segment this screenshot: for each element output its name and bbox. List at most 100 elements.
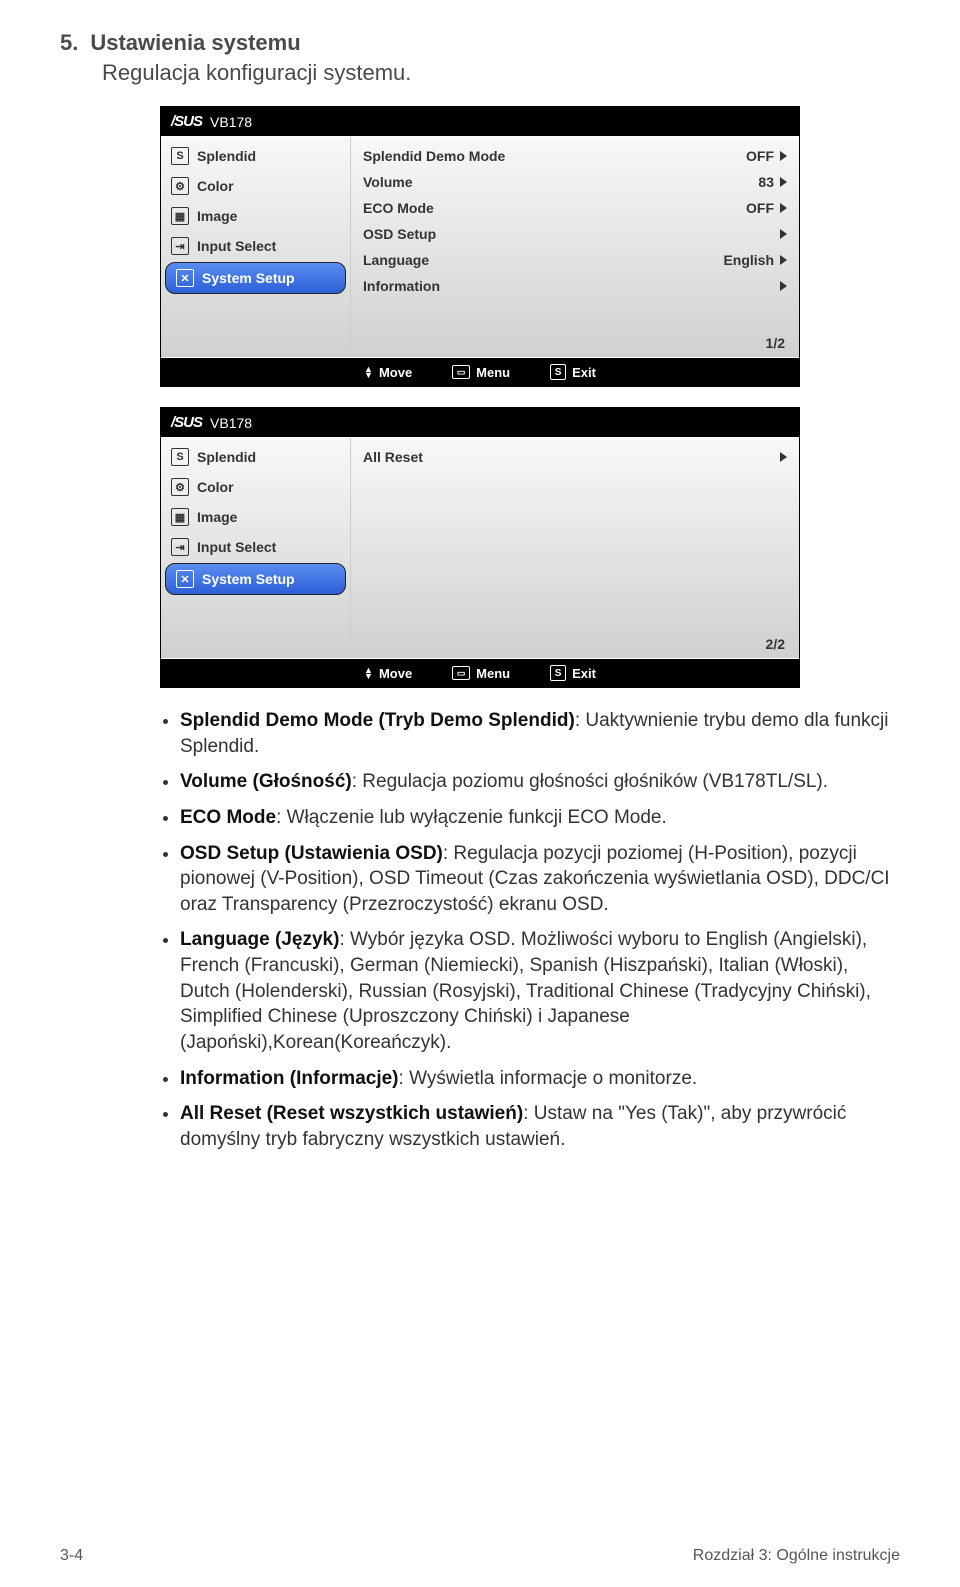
osd-row-splendid-demo[interactable]: Splendid Demo Mode OFF [363, 143, 787, 169]
sidebar-item-color[interactable]: ⚙Color [161, 171, 350, 201]
list-item: Language (Język): Wybór języka OSD. Możl… [180, 927, 900, 1055]
row-value: OFF [746, 200, 774, 216]
updown-icon: ▲▼ [364, 366, 373, 378]
list-item: Volume (Głośność): Regulacja poziomu gło… [180, 769, 900, 795]
row-label: Language [363, 252, 429, 268]
footer-label: Menu [476, 365, 510, 380]
list-item: Information (Informacje): Wyświetla info… [180, 1066, 900, 1092]
input-icon: ⇥ [171, 237, 189, 255]
osd-model: VB178 [210, 114, 252, 130]
section-title: Ustawienia systemu [90, 30, 300, 56]
sidebar-item-image[interactable]: ▦ Image [161, 502, 350, 532]
osd-row-language[interactable]: Language English [363, 247, 787, 273]
bullet-text: : Włączenie lub wyłączenie funkcji ECO M… [276, 807, 667, 828]
footer-move: ▲▼Move [364, 665, 412, 681]
sidebar-item-input-select[interactable]: ⇥ Input Select [161, 532, 350, 562]
menu-key-icon: ▭ [452, 666, 470, 680]
osd-panel-2: /SUS VB178 SSplendid ⚙ Color ▦ Image ⇥ Inpu… [160, 407, 800, 688]
bullet-bold: Volume (Głośność) [180, 771, 352, 792]
footer-label: Exit [572, 666, 596, 681]
sidebar-item-system-setup[interactable]: ✕ System Setup [165, 563, 346, 595]
sidebar-item-input-select[interactable]: ⇥ Input Select [161, 231, 350, 261]
list-item: OSD Setup (Ustawienia OSD): Regulacja po… [180, 841, 900, 918]
bullet-bold: ECO Mode [180, 807, 276, 828]
bullet-bold: Splendid Demo Mode (Tryb Demo Splendid) [180, 710, 575, 731]
osd-main: Splendid Demo Mode OFF Volume 83 ECO Mode O… [351, 137, 799, 357]
footer-label: Exit [572, 365, 596, 380]
s-key-icon: S [550, 364, 566, 380]
s-key-icon: S [550, 665, 566, 681]
section-subtitle: Regulacja konfiguracji systemu. [102, 60, 900, 86]
row-label: All Reset [363, 449, 423, 465]
footer-menu: ▭ Menu [452, 364, 510, 380]
asus-logo-icon: /SUS [171, 414, 202, 431]
chevron-right-icon [780, 452, 787, 462]
row-label: ECO Mode [363, 200, 434, 216]
sidebar-item-label: Input Select [197, 238, 276, 254]
row-value: English [723, 252, 774, 268]
chevron-right-icon [780, 281, 787, 291]
page-indicator: 1/2 [766, 335, 785, 351]
image-icon: ▦ [171, 207, 189, 225]
row-value: 83 [758, 174, 774, 190]
page-number: 3-4 [60, 1547, 83, 1565]
splendid-icon: S [171, 448, 189, 466]
osd-footer: ▲▼ Move ▭ Menu S Exit [161, 357, 799, 386]
chapter-label: Rozdział 3: Ogólne instrukcje [693, 1547, 900, 1565]
osd-sidebar: SSplendid ⚙ Color ▦ Image ⇥ Input Select ✕ S… [161, 438, 351, 658]
sidebar-item-label: Splendid [197, 148, 256, 164]
color-icon: ⚙ [171, 478, 189, 496]
input-icon: ⇥ [171, 538, 189, 556]
page-footer: 3-4 Rozdział 3: Ogólne instrukcje [60, 1547, 900, 1565]
osd-row-all-reset[interactable]: All Reset [363, 444, 787, 470]
bullet-text: : Regulacja poziomu głośności głośników … [352, 771, 828, 792]
sidebar-item-label: System Setup [202, 270, 295, 286]
list-item: ECO Mode: Włączenie lub wyłączenie funkc… [180, 805, 900, 831]
sidebar-item-splendid[interactable]: SSplendid [161, 141, 350, 171]
osd-header: /SUS VB178 [161, 107, 799, 137]
chevron-right-icon [780, 203, 787, 213]
image-icon: ▦ [171, 508, 189, 526]
sidebar-item-label: Image [197, 509, 237, 525]
row-value: OFF [746, 148, 774, 164]
footer-exit: S Exit [550, 665, 596, 681]
row-label: Volume [363, 174, 413, 190]
footer-label: Move [379, 666, 412, 681]
sidebar-item-label: Input Select [197, 539, 276, 555]
sidebar-item-label: Color [197, 178, 234, 194]
chevron-right-icon [780, 229, 787, 239]
osd-row-eco-mode[interactable]: ECO Mode OFF [363, 195, 787, 221]
osd-row-volume[interactable]: Volume 83 [363, 169, 787, 195]
osd-row-osd-setup[interactable]: OSD Setup [363, 221, 787, 247]
sidebar-item-label: Image [197, 208, 237, 224]
sidebar-item-label: System Setup [202, 571, 295, 587]
footer-label: Move [379, 365, 412, 380]
sidebar-item-image[interactable]: ▦ Image [161, 201, 350, 231]
menu-key-icon: ▭ [452, 365, 470, 379]
sidebar-item-color[interactable]: ⚙ Color [161, 472, 350, 502]
bullet-bold: All Reset (Reset wszystkich ustawień) [180, 1103, 523, 1124]
row-label: Splendid Demo Mode [363, 148, 505, 164]
footer-move: ▲▼ Move [364, 364, 412, 380]
row-label: OSD Setup [363, 226, 436, 242]
setup-icon: ✕ [176, 269, 194, 287]
osd-footer: ▲▼Move ▭Menu SExit [161, 658, 799, 687]
osd-header: /SUS VB178 [161, 408, 799, 438]
row-label: Information [363, 278, 440, 294]
osd-sidebar: SSplendid ⚙Color ▦ Image ⇥ Input Select ✕ S… [161, 137, 351, 357]
bullet-bold: Information (Informacje) [180, 1068, 399, 1089]
osd-row-information[interactable]: Information [363, 273, 787, 299]
setup-icon: ✕ [176, 570, 194, 588]
chevron-right-icon [780, 255, 787, 265]
sidebar-item-splendid[interactable]: SSplendid [161, 442, 350, 472]
content-list: Splendid Demo Mode (Tryb Demo Splendid):… [160, 708, 900, 1153]
list-item: All Reset (Reset wszystkich ustawień): U… [180, 1101, 900, 1152]
list-item: Splendid Demo Mode (Tryb Demo Splendid):… [180, 708, 900, 759]
sidebar-item-system-setup[interactable]: ✕ System Setup [165, 262, 346, 294]
chevron-right-icon [780, 151, 787, 161]
osd-main: All Reset 2/2 [351, 438, 799, 658]
sidebar-item-label: Color [197, 479, 234, 495]
bullet-bold: Language (Język) [180, 929, 339, 950]
bullet-bold: OSD Setup (Ustawienia OSD) [180, 843, 443, 864]
page-indicator: 2/2 [766, 636, 785, 652]
